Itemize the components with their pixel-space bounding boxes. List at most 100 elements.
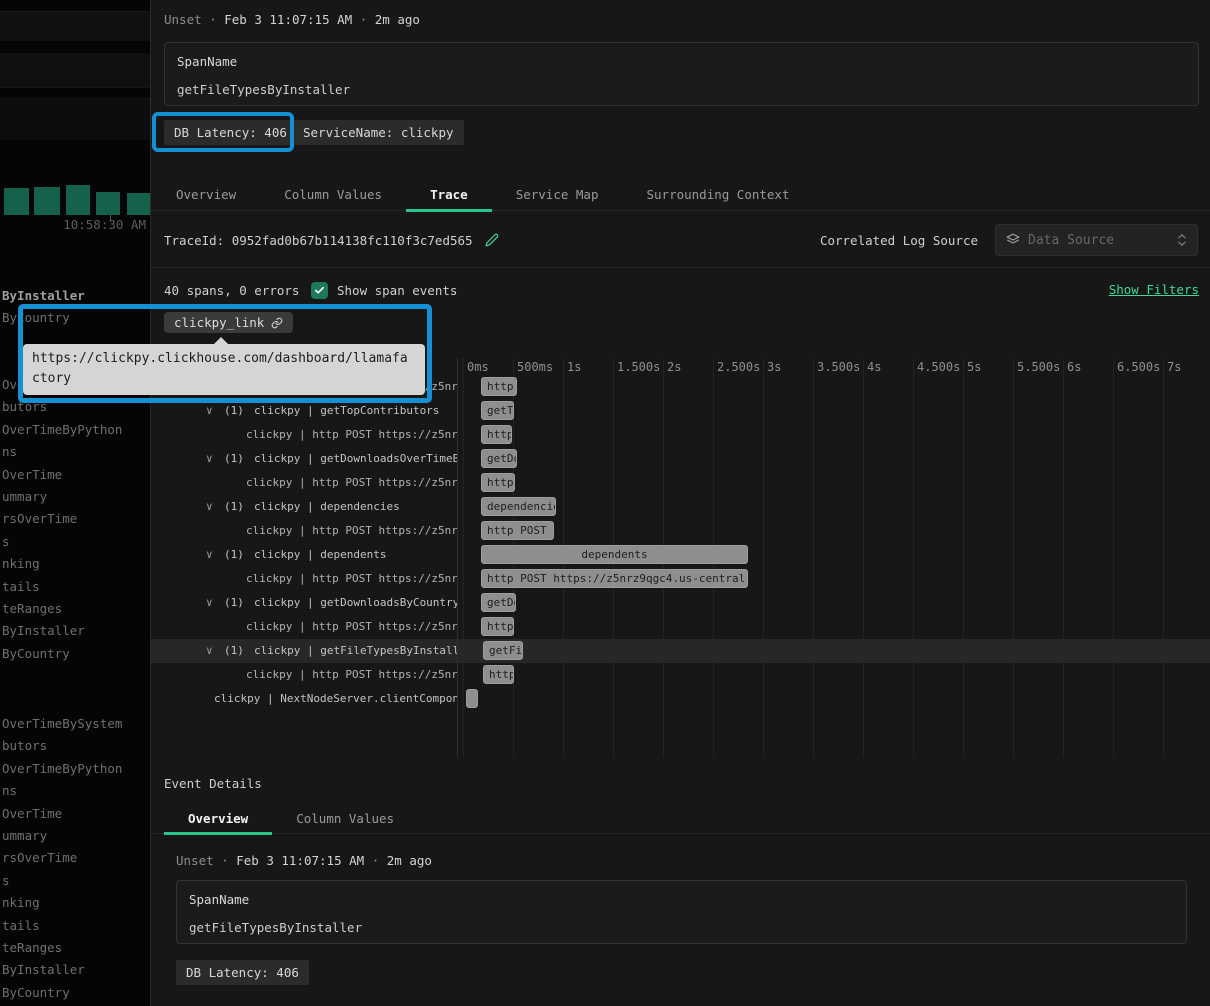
background-query-item: tails [2, 576, 150, 598]
clickpy-link-chip[interactable]: clickpy_link [164, 312, 293, 333]
histogram-axis-timestamp: 10:58:30 AM [63, 217, 146, 232]
db-latency-badge[interactable]: DB Latency: 406 [164, 120, 297, 145]
trace-viewer-screen: { "colors": { "accent_green": "#2bc48a",… [0, 0, 1210, 1006]
axis-tick-label: 6.500s [1117, 360, 1160, 374]
axis-tick-label: 3.500s [817, 360, 860, 374]
span-name-text: clickpy | getDownloadsOverTimeBySystem [254, 452, 457, 465]
service-name-badge[interactable]: ServiceName: clickpy [293, 120, 464, 145]
span-row-label: ∨(1)clickpy | getTopContributors [151, 399, 457, 423]
event-relative-time: 2m ago [387, 853, 432, 868]
background-query-item: OverTimeByPython [2, 419, 150, 441]
tab-trace[interactable]: Trace [406, 180, 492, 212]
db-latency-badge[interactable]: DB Latency: 406 [176, 960, 309, 985]
tab-column-values[interactable]: Column Values [272, 806, 418, 832]
trace-span-row[interactable]: ∨(1)clickpy | getFileTypesByInstallerget… [151, 639, 1210, 663]
span-duration-bar[interactable]: getDownloadsByCountry [481, 593, 516, 612]
event-datetime: Feb 3 11:07:15 AM [224, 12, 352, 27]
span-name-text: clickpy | http POST https://z5nrz9qgc4.u… [246, 428, 457, 441]
span-name-text: clickpy | http POST https://z5nrz9qgc4.u… [246, 524, 457, 537]
check-icon [314, 285, 325, 296]
span-child-count: (1) [224, 447, 246, 471]
span-name-text: clickpy | getFileTypesByInstaller [254, 644, 457, 657]
axis-tick-label: 7s [1167, 360, 1181, 374]
tab-surrounding-context[interactable]: Surrounding Context [623, 180, 814, 209]
chevron-down-icon[interactable]: ∨ [206, 591, 218, 615]
background-query-item: s [2, 531, 150, 553]
span-duration-bar[interactable]: http POST https://z5nrz9qgc4.us-central [481, 425, 512, 444]
background-query-item: ByInstaller [2, 620, 150, 642]
histogram-bar [34, 187, 60, 215]
trace-span-row[interactable]: ∨ (1) clickpy | dependents dependents [151, 543, 1210, 567]
span-row-label: clickpy | NextNodeServer.clientComponent… [151, 687, 457, 711]
background-query-item: ummary [2, 825, 150, 847]
span-name-text: clickpy | dependents [254, 548, 386, 561]
trace-span-row[interactable]: clickpy | NextNodeServer.clientComponent… [151, 687, 1210, 711]
background-query-item: ByCountry [2, 982, 150, 1004]
chevron-down-icon[interactable]: ∨ [206, 639, 218, 663]
tab-overview[interactable]: Overview [164, 806, 272, 835]
span-duration-bar[interactable]: getDownloadsOverTimeBySystem [481, 449, 517, 468]
layers-icon [1006, 233, 1020, 247]
span-duration-bar[interactable]: http POST https://z5nrz9qgc4.us-central [481, 377, 517, 396]
span-duration-bar[interactable]: http POST https://z5nrz9qgc4.us-central [481, 473, 515, 492]
span-duration-bar[interactable]: http POST https://z5nrz9qgc4.us-central [481, 569, 748, 588]
edit-trace-id-icon[interactable] [485, 233, 499, 247]
trace-span-row[interactable]: clickpy | http POST https://z5nrz9qgc4.u… [151, 471, 1210, 495]
trace-span-row[interactable]: clickpy | http POST https://z5nrz9qgc4.u… [151, 615, 1210, 639]
span-duration-bar[interactable] [466, 689, 478, 708]
select-chevrons-icon [1177, 233, 1187, 247]
trace-span-row[interactable]: clickpy | http POST https://z5nrz9qgc4.u… [151, 567, 1210, 591]
chevron-down-icon[interactable]: ∨ [206, 543, 218, 567]
span-duration-bar[interactable]: getFileTypesByInstaller [483, 641, 523, 660]
event-meta-line: Unset · Feb 3 11:07:15 AM · 2m ago [164, 12, 420, 27]
axis-tick-label: 4s [867, 360, 881, 374]
correlated-log-source-label: Correlated Log Source [820, 233, 978, 248]
span-name-text: clickpy | getDownloadsByCountry [254, 596, 457, 609]
span-row-label: clickpy | http POST https://z5nrz9qgc4.u… [151, 519, 457, 543]
chevron-down-icon[interactable]: ∨ [206, 399, 218, 423]
trace-span-row[interactable]: ∨(1)clickpy | getTopContributors getTopCo… [151, 399, 1210, 423]
span-duration-bar[interactable]: dependencies [481, 497, 556, 516]
show-span-events-label[interactable]: Show span events [337, 283, 457, 298]
tab-column-values[interactable]: Column Values [260, 180, 406, 209]
span-duration-bar[interactable]: dependents [481, 545, 748, 564]
background-query-item: ByCountry [2, 307, 150, 329]
tab-service-map[interactable]: Service Map [492, 180, 623, 209]
event-meta-line: Unset · Feb 3 11:07:15 AM · 2m ago [176, 853, 432, 868]
background-query-item: ns [2, 780, 150, 802]
trace-id-label: TraceId: 0952fad0b67b114138fc110f3c7ed56… [164, 233, 473, 248]
axis-tick-label: 5.500s [1017, 360, 1060, 374]
trace-span-row[interactable]: ∨(1)clickpy | dependenciesdependencies [151, 495, 1210, 519]
axis-tick-label: 2.500s [717, 360, 760, 374]
show-filters-link[interactable]: Show Filters [1109, 282, 1199, 297]
data-source-select[interactable]: Data Source [995, 224, 1198, 256]
span-name-text: clickpy | NextNodeServer.clientComponent… [214, 692, 457, 705]
histogram-bar [4, 188, 29, 215]
span-child-count: (1) [224, 543, 246, 567]
chevron-down-icon[interactable]: ∨ [206, 447, 218, 471]
span-duration-bar[interactable]: http POST [481, 521, 554, 540]
tooltip-url-line1: https://clickpy.clickhouse.com/dashboard… [32, 349, 425, 369]
axis-tick-label: 0ms [467, 360, 489, 374]
span-duration-bar[interactable]: getTopContributors [481, 401, 514, 420]
axis-tick-label: 4.500s [917, 360, 960, 374]
trace-span-row[interactable]: clickpy | http POST https://z5nrz9qgc4.u… [151, 663, 1210, 687]
span-duration-bar[interactable]: http POST https://z5nrz9qgc4.us-central [483, 665, 514, 684]
background-query-item: OverTimeBySystem [2, 713, 150, 735]
trace-span-row[interactable]: ∨(1)clickpy | getDownloadsByCountrygetDo… [151, 591, 1210, 615]
histogram-bar [66, 185, 90, 215]
link-url-tooltip: https://clickpy.clickhouse.com/dashboard… [23, 344, 425, 395]
chevron-down-icon[interactable]: ∨ [206, 495, 218, 519]
span-name-card: SpanName getFileTypesByInstaller [164, 42, 1199, 106]
trace-span-row[interactable]: clickpy | http POST https://z5nrz9qgc4.u… [151, 423, 1210, 447]
trace-span-row[interactable]: clickpy | http POST https://z5nrz9qgc4.u… [151, 519, 1210, 543]
trace-span-row[interactable]: ∨ (1) clickpy | getDownloadsOverTimeBySyst… [151, 447, 1210, 471]
event-details-tab-bar: OverviewColumn Values [151, 806, 1210, 834]
span-duration-bar[interactable]: http POST https://z5nrz9qgc4.us-central [481, 617, 514, 636]
show-span-events-checkbox[interactable] [311, 282, 328, 299]
waterfall-label-divider [457, 358, 458, 757]
tab-overview[interactable]: Overview [152, 180, 260, 209]
span-name-value: getFileTypesByInstaller [177, 82, 350, 97]
span-name-card: SpanName getFileTypesByInstaller [176, 880, 1187, 944]
span-row-label: clickpy | http POST https://z5nrz9qgc4.u… [151, 471, 457, 495]
